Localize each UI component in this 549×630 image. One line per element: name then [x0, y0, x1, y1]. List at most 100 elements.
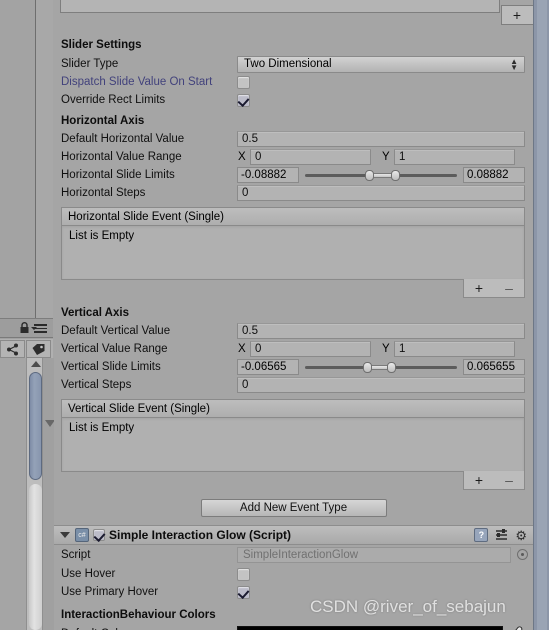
lock-icon[interactable]: [19, 322, 30, 334]
script-label: Script: [61, 549, 91, 561]
slider-max-handle[interactable]: [390, 170, 400, 181]
vertical-limit-max-input[interactable]: 0.065655: [463, 359, 525, 375]
component-header-icons: ? ⚙: [474, 528, 527, 542]
slider-min-handle[interactable]: [365, 170, 374, 181]
vertical-range-x-input[interactable]: 0: [250, 341, 371, 357]
row-vertical-value-range: Vertical Value Range X 0 Y 1: [54, 340, 533, 358]
row-vertical-slide-limits: Vertical Slide Limits -0.06565 0.065655: [54, 358, 533, 376]
use-hover-label: Use Hover: [61, 568, 116, 580]
horizontal-event-add-button[interactable]: +: [464, 280, 494, 296]
component-enabled-checkbox[interactable]: [93, 529, 105, 541]
inspector-lock-toolbar: [0, 318, 53, 359]
horizontal-steps-label: Horizontal Steps: [61, 187, 146, 199]
preset-icon[interactable]: [494, 528, 509, 542]
horizontal-value-range-label: Horizontal Value Range: [61, 151, 182, 163]
slider-max-handle[interactable]: [387, 362, 397, 373]
horizontal-slide-event-list[interactable]: List is Empty: [61, 225, 525, 280]
csharp-script-icon: c#: [75, 528, 89, 542]
vertical-axis-header: Vertical Axis: [61, 307, 129, 319]
share-button[interactable]: [0, 340, 25, 358]
horizontal-value-range-vector2: X 0 Y 1: [237, 149, 525, 165]
foldout-arrow-icon[interactable]: [60, 532, 70, 538]
vertical-range-y-input[interactable]: 1: [394, 341, 515, 357]
vertical-slide-event-empty-text: List is Empty: [69, 422, 135, 434]
override-rect-limits-label: Override Rect Limits: [61, 94, 166, 106]
slider-min-handle[interactable]: [363, 362, 373, 373]
scrollbar-track[interactable]: [29, 484, 42, 630]
inspector-scrollbar[interactable]: [26, 358, 43, 630]
add-new-event-type-button[interactable]: Add New Event Type: [200, 499, 387, 517]
scroll-gutter: [43, 358, 54, 630]
default-horizontal-value-input[interactable]: 0.5: [237, 131, 525, 147]
toolbar-row-bottom: [0, 339, 53, 359]
previous-event-list: [60, 0, 500, 13]
unity-editor-window: + – Slider Settings Slider Type Two Dime…: [0, 0, 549, 630]
horizontal-limit-min-input[interactable]: -0.08882: [237, 167, 299, 183]
horizontal-event-remove-button[interactable]: –: [494, 280, 524, 296]
vertical-range-x-group: X 0: [237, 341, 381, 357]
horizontal-range-x-axis-label: X: [238, 151, 246, 163]
vertical-steps-input[interactable]: 0: [237, 377, 525, 393]
default-vertical-value-label: Default Vertical Value: [61, 325, 171, 337]
vertical-slide-limits-label: Vertical Slide Limits: [61, 361, 161, 373]
vertical-slide-event-list[interactable]: List is Empty: [61, 417, 525, 472]
interaction-behaviour-colors-header: InteractionBehaviour Colors: [61, 609, 216, 621]
slider-type-dropdown[interactable]: Two Dimensional ▲ ▼: [237, 55, 525, 73]
row-vertical-steps: Vertical Steps 0: [54, 376, 533, 394]
scroll-up-arrow-icon[interactable]: [31, 361, 41, 367]
horizontal-limit-range-slider[interactable]: [301, 167, 461, 183]
row-horizontal-slide-limits: Horizontal Slide Limits -0.08882 0.08882: [54, 166, 533, 184]
override-rect-limits-checkbox[interactable]: [237, 93, 250, 107]
vertical-slide-event-footer: + –: [61, 471, 525, 492]
horizontal-slide-limits-label: Horizontal Slide Limits: [61, 169, 175, 181]
row-default-vertical-value: Default Vertical Value 0.5: [54, 322, 533, 340]
slider-type-value: Two Dimensional: [244, 58, 332, 70]
left-panel-upper: [0, 0, 36, 318]
horizontal-slide-event-footer: + –: [61, 279, 525, 300]
add-event-entry-button[interactable]: +: [502, 7, 532, 23]
vertical-value-range-vector2: X 0 Y 1: [237, 341, 525, 357]
simple-interaction-glow-header[interactable]: c# Simple Interaction Glow (Script) ? ⚙: [54, 525, 533, 545]
vertical-slide-event-title: Vertical Slide Event (Single): [61, 399, 525, 417]
row-script: Script SimpleInteractionGlow: [54, 545, 533, 565]
inspector-panel: + – Slider Settings Slider Type Two Dime…: [54, 0, 549, 630]
horizontal-slide-limits-minmax: -0.08882 0.08882: [237, 167, 525, 183]
toolbar-row-top: [0, 319, 53, 338]
help-icon[interactable]: ?: [474, 528, 489, 542]
vertical-event-add-button[interactable]: +: [464, 472, 494, 488]
use-hover-checkbox[interactable]: [237, 567, 250, 581]
scrollbar-thumb[interactable]: [29, 372, 42, 480]
horizontal-range-y-group: Y 1: [381, 149, 525, 165]
vertical-limit-min-input[interactable]: -0.06565: [237, 359, 299, 375]
row-dispatch-slide-value: Dispatch Slide Value On Start: [54, 73, 533, 91]
use-primary-hover-checkbox[interactable]: [237, 585, 250, 599]
row-use-hover: Use Hover: [54, 565, 533, 583]
hamburger-menu-icon[interactable]: [34, 324, 47, 333]
horizontal-slide-event-empty-text: List is Empty: [69, 230, 135, 242]
left-panel-gap: [36, 0, 53, 318]
horizontal-steps-input[interactable]: 0: [237, 185, 525, 201]
dispatch-slide-value-label: Dispatch Slide Value On Start: [61, 76, 213, 88]
horizontal-event-buttons: + –: [463, 279, 525, 298]
default-color-swatch[interactable]: [237, 626, 503, 630]
right-scrollbar-thumb[interactable]: [537, 0, 547, 630]
right-vertical-scrollbar[interactable]: [533, 0, 549, 630]
horizontal-range-y-input[interactable]: 1: [394, 149, 515, 165]
vertical-steps-label: Vertical Steps: [61, 379, 132, 391]
horizontal-slide-event-title: Horizontal Slide Event (Single): [61, 207, 525, 225]
row-override-rect-limits: Override Rect Limits: [54, 91, 533, 109]
gear-icon[interactable]: ⚙: [515, 529, 527, 542]
vertical-event-remove-button[interactable]: –: [494, 472, 524, 488]
horizontal-limit-max-input[interactable]: 0.08882: [463, 167, 525, 183]
object-picker-icon[interactable]: [517, 549, 528, 560]
eyedropper-icon[interactable]: [507, 625, 523, 630]
horizontal-axis-header: Horizontal Axis: [61, 115, 145, 127]
tag-button[interactable]: [26, 340, 51, 358]
horizontal-range-x-input[interactable]: 0: [250, 149, 371, 165]
dispatch-slide-value-checkbox[interactable]: [237, 75, 250, 89]
vertical-limit-range-slider[interactable]: [301, 359, 461, 375]
default-vertical-value-input[interactable]: 0.5: [237, 323, 525, 339]
use-primary-hover-label: Use Primary Hover: [61, 586, 159, 598]
default-horizontal-value-label: Default Horizontal Value: [61, 133, 185, 145]
script-object-field[interactable]: SimpleInteractionGlow: [237, 547, 511, 563]
